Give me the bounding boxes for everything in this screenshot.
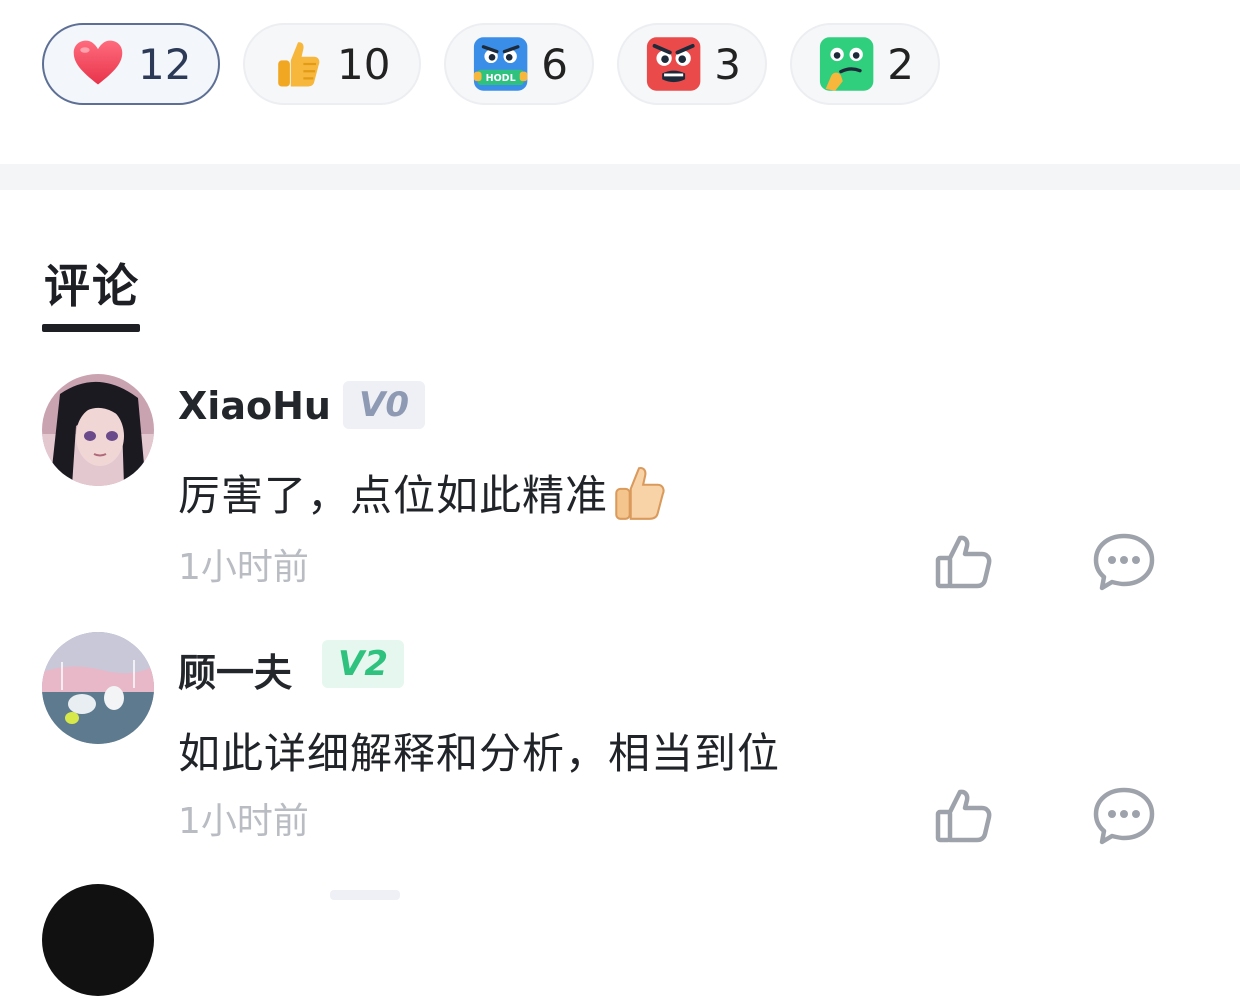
reaction-hodl[interactable]: HODL 6	[444, 23, 594, 105]
comment-text: 厉害了，点位如此精准	[178, 462, 670, 524]
username[interactable]: XiaoHu	[178, 384, 331, 428]
reaction-count: 3	[714, 39, 741, 89]
comment-bubble-icon	[1093, 787, 1155, 845]
reaction-heart[interactable]: 12	[42, 23, 220, 105]
reaction-thumbs-up[interactable]: 10	[243, 23, 421, 105]
level-badge: V0	[343, 381, 425, 429]
reaction-bar: 12 10 HODL 6 3 2	[42, 23, 940, 105]
timestamp: 1小时前	[178, 801, 309, 842]
thinking-face-icon	[819, 37, 874, 91]
reply-button[interactable]	[1092, 784, 1156, 848]
thumbs-up-icon	[278, 42, 320, 87]
like-button[interactable]	[932, 784, 996, 848]
avatar[interactable]	[42, 884, 154, 996]
reaction-count: 2	[887, 39, 914, 89]
reaction-count: 6	[541, 39, 568, 89]
level-badge	[330, 890, 400, 900]
avatar[interactable]	[42, 632, 154, 744]
comment-bubble-icon	[1093, 533, 1155, 591]
username[interactable]: 顾一夫	[178, 642, 292, 697]
level-badge: V2	[322, 640, 404, 688]
like-button[interactable]	[932, 530, 996, 594]
reaction-count: 12	[138, 39, 192, 89]
hodl-icon: HODL	[473, 37, 528, 91]
comment-text-content: 厉害了，点位如此精准	[178, 471, 609, 520]
reply-button[interactable]	[1092, 530, 1156, 594]
comments-tab[interactable]: 评论	[44, 250, 140, 316]
thumbs-up-outline-icon	[935, 535, 992, 589]
svg-text:HODL: HODL	[486, 73, 516, 84]
section-divider	[0, 164, 1240, 190]
reaction-count: 10	[337, 39, 391, 89]
timestamp: 1小时前	[178, 547, 309, 588]
heart-icon	[73, 40, 123, 85]
thumbs-up-outline-icon	[935, 789, 992, 843]
thumbs-up-icon	[615, 466, 665, 520]
tab-indicator	[42, 324, 140, 332]
comment-text: 如此详细解释和分析，相当到位	[178, 729, 781, 778]
reaction-angry[interactable]: 3	[617, 23, 767, 105]
avatar[interactable]	[42, 374, 154, 486]
angry-face-icon	[646, 37, 701, 91]
reaction-thinking[interactable]: 2	[790, 23, 940, 105]
